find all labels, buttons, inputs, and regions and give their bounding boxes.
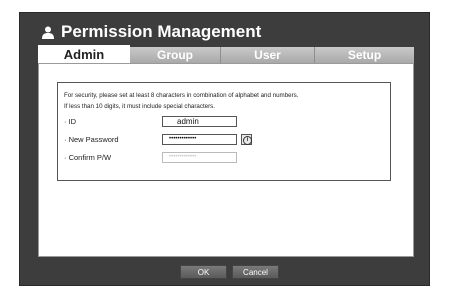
permission-management-window: Permission Management Admin Group User S… [19, 12, 430, 286]
security-note-line2: If less than 10 digits, it must include … [64, 103, 215, 110]
tab-user-label: User [254, 48, 281, 62]
tab-group[interactable]: Group [130, 47, 221, 63]
window-title: Permission Management [42, 21, 261, 43]
cancel-button[interactable]: Cancel [232, 265, 279, 279]
id-field[interactable]: admin [162, 116, 237, 127]
tab-setup[interactable]: Setup [315, 47, 414, 63]
confirm-password-field[interactable]: ••••••••••••• [162, 152, 237, 163]
tab-user[interactable]: User [221, 47, 315, 63]
cancel-button-label: Cancel [243, 267, 268, 277]
security-note-line1: For security, please set at least 8 char… [64, 92, 299, 99]
new-password-field[interactable]: ••••••••••••• [162, 134, 237, 145]
user-icon [42, 26, 54, 39]
tab-bar: Admin Group User Setup [38, 45, 414, 63]
password-settings-box: For security, please set at least 8 char… [57, 82, 391, 181]
tab-setup-label: Setup [347, 48, 382, 62]
confirm-password-label: · Confirm P/W [64, 153, 112, 162]
ok-button[interactable]: OK [180, 265, 227, 279]
admin-panel: For security, please set at least 8 char… [38, 63, 414, 257]
new-password-label: · New Password [64, 135, 119, 144]
tab-admin-label: Admin [63, 46, 105, 62]
ok-button-label: OK [197, 267, 210, 277]
tab-admin[interactable]: Admin [38, 45, 130, 63]
info-icon[interactable]: i [241, 134, 252, 145]
id-label: · ID [64, 117, 77, 126]
window-title-text: Permission Management [61, 22, 262, 41]
tab-group-label: Group [157, 48, 193, 62]
